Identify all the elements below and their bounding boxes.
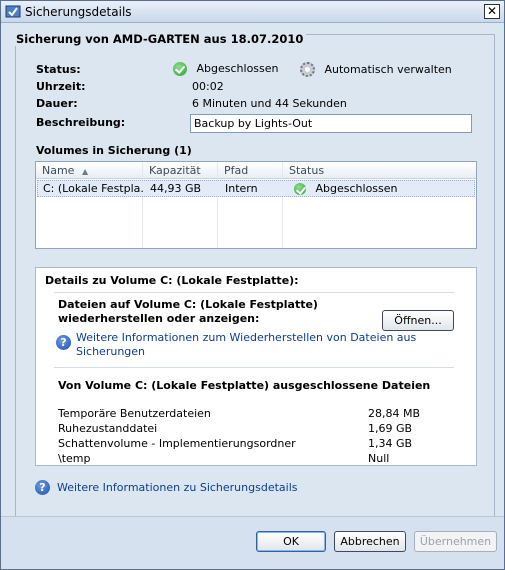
divider [54, 367, 454, 368]
excluded-item-size: Null [368, 452, 390, 465]
restore-info-link-line1[interactable]: Weitere Informationen zum Wiederherstell… [76, 331, 416, 344]
excluded-item-name: Temporäre Benutzerdateien [58, 407, 211, 420]
success-check-icon [294, 183, 306, 195]
status-value: Abgeschlossen [173, 62, 279, 76]
excluded-item-size: 1,34 GB [368, 437, 413, 450]
cell-status: Abgeschlossen [294, 182, 398, 195]
gear-icon [300, 62, 315, 77]
status-text: Abgeschlossen [196, 62, 279, 75]
restore-text-line1: Dateien auf Volume C: (Lokale Festplatte… [58, 298, 318, 311]
description-label: Beschreibung: [36, 116, 126, 129]
time-value: 00:02 [192, 80, 224, 93]
app-icon [5, 5, 21, 18]
divider [54, 292, 454, 293]
cell-name: C: (Lokale Festpla... [43, 182, 143, 195]
volumes-table: Name ▲ Kapazität Pfad Status C: (Lokale … [35, 161, 477, 249]
duration-label: Dauer: [36, 97, 78, 110]
backup-details-info-link[interactable]: Weitere Informationen zu Sicherungsdetai… [57, 481, 298, 494]
details-heading: Details zu Volume C: (Lokale Festplatte)… [45, 274, 299, 287]
button-bar: OK Abbrechen Übernehmen [1, 517, 504, 569]
status-label: Status: [36, 63, 81, 76]
dialog-window: Sicherungsdetails ✕ Sicherung von AMD-GA… [0, 0, 505, 570]
time-label: Uhrzeit: [36, 80, 86, 93]
column-header-status[interactable]: Status [289, 164, 324, 177]
column-header-name[interactable]: Name ▲ [42, 164, 88, 177]
column-divider [217, 162, 218, 248]
excluded-heading: Von Volume C: (Lokale Festplatte) ausges… [58, 379, 431, 392]
cell-path: Intern [225, 182, 258, 195]
success-check-icon [173, 62, 187, 76]
cancel-button[interactable]: Abbrechen [334, 531, 406, 552]
auto-manage-link[interactable]: Automatisch verwalten [300, 62, 452, 77]
backup-group-title: Sicherung von AMD-GARTEN aus 18.07.2010 [13, 32, 307, 46]
restore-info-link-line2[interactable]: Sicherungen [76, 345, 145, 358]
volumes-heading: Volumes in Sicherung (1) [36, 144, 192, 157]
table-header: Name ▲ Kapazität Pfad Status [36, 162, 476, 179]
excluded-item-name: Ruhezustanddatei [58, 422, 158, 435]
column-divider [142, 162, 143, 248]
excluded-item-size: 28,84 MB [368, 407, 421, 420]
column-header-capacity[interactable]: Kapazität [149, 164, 201, 177]
title-bar[interactable]: Sicherungsdetails ✕ [1, 1, 504, 23]
column-divider [282, 162, 283, 248]
help-icon: ? [56, 335, 71, 350]
ok-button[interactable]: OK [256, 531, 326, 552]
close-button[interactable]: ✕ [484, 4, 500, 19]
sort-ascending-icon: ▲ [81, 167, 89, 176]
column-header-path[interactable]: Pfad [224, 164, 248, 177]
window-title: Sicherungsdetails [25, 5, 132, 19]
description-field[interactable] [190, 114, 472, 133]
help-icon: ? [35, 480, 50, 495]
auto-manage-label: Automatisch verwalten [324, 62, 452, 76]
open-button[interactable]: Öffnen... [382, 310, 454, 331]
restore-text-line2: wiederherstellen oder anzeigen: [58, 312, 260, 325]
duration-value: 6 Minuten und 44 Sekunden [192, 97, 347, 110]
apply-button[interactable]: Übernehmen [414, 531, 497, 552]
volume-details-panel: Details zu Volume C: (Lokale Festplatte)… [35, 267, 477, 466]
excluded-item-size: 1,69 GB [368, 422, 413, 435]
excluded-item-name: Schattenvolume - Implementierungsordner [58, 437, 296, 450]
excluded-item-name: \temp [58, 452, 91, 465]
cell-capacity: 44,93 GB [150, 182, 202, 195]
table-row[interactable]: C: (Lokale Festpla... 44,93 GB Intern Ab… [37, 180, 475, 197]
dialog-content: Sicherung von AMD-GARTEN aus 18.07.2010 … [5, 24, 500, 517]
